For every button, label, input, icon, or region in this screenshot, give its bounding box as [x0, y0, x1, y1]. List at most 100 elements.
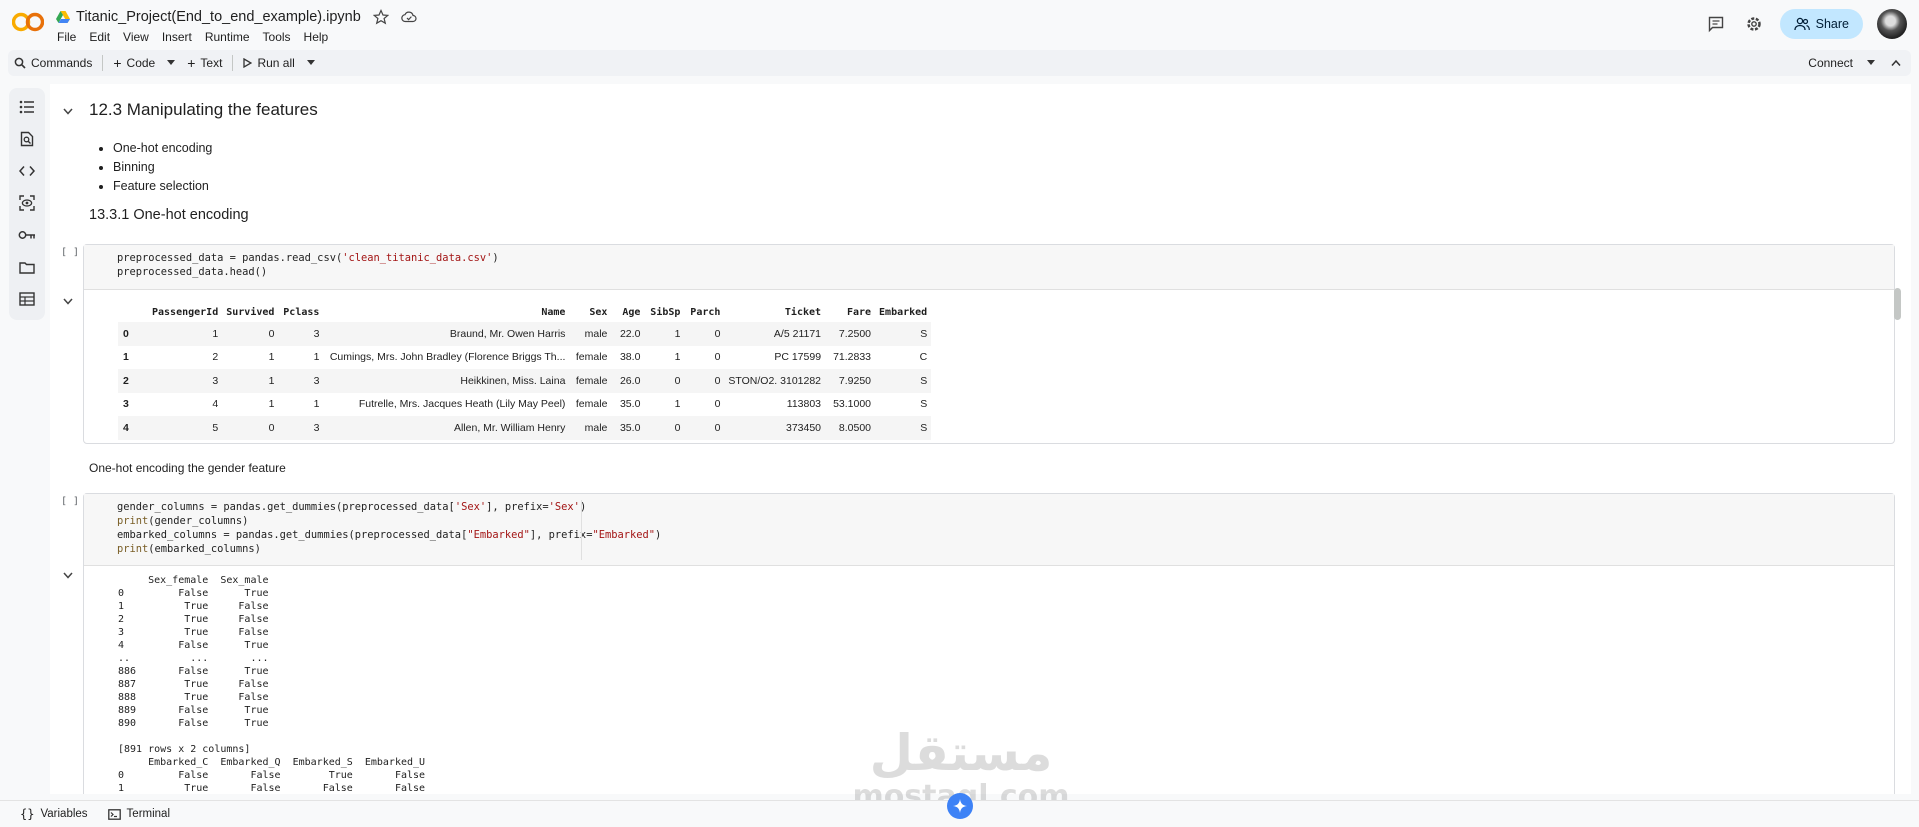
column-header: SibSp: [650, 307, 681, 318]
find-icon[interactable]: [18, 130, 36, 148]
variables-button[interactable]: {} Variables: [0, 807, 88, 821]
add-code-dropdown[interactable]: [161, 52, 181, 74]
table-cell: 35.0: [619, 398, 641, 411]
table-row: 0 1 0 3 Braund, Mr. Owen Harris male 22.0 1 0 A/5…: [118, 322, 932, 346]
add-code-button[interactable]: + Code: [107, 52, 161, 74]
table-cell: male: [584, 421, 608, 434]
table-row: 1 2 1 1 Cumings, Mrs. John Bradley (Florence…: [118, 346, 931, 370]
table-cell: 1: [313, 351, 320, 364]
code-editor[interactable]: gender_columns = pandas.get_dummies(prep…: [84, 494, 1894, 566]
menu-view[interactable]: View: [123, 30, 149, 44]
section-collapse-chevron-icon[interactable]: [61, 104, 75, 118]
code-cell: preprocessed_data = pandas.read_csv('cle…: [83, 244, 1895, 444]
variables-label: Variables: [40, 808, 88, 820]
code-line: print(embarked_columns): [117, 543, 261, 555]
table-cell: 26.0: [619, 374, 641, 387]
terminal-button[interactable]: Terminal: [88, 808, 170, 820]
table-cell: 1: [674, 327, 681, 340]
column-header: Pclass: [283, 307, 320, 318]
table-cell: 373450: [785, 421, 822, 434]
notebook-title[interactable]: Titanic_Project(End_to_end_example).ipyn…: [76, 9, 361, 25]
markdown-text: One-hot encoding the gender feature: [89, 461, 286, 475]
menu-tools[interactable]: Tools: [263, 30, 291, 44]
table-cell: 5: [212, 421, 219, 434]
toc-icon[interactable]: [18, 98, 36, 116]
table-cell: 1: [674, 398, 681, 411]
search-icon: [14, 57, 26, 69]
subsection-heading: 13.3.1 One-hot encoding: [89, 207, 249, 223]
table-cell: 7.9250: [838, 374, 872, 387]
code-snippets-icon[interactable]: [18, 162, 36, 180]
table-cell: 35.0: [619, 421, 641, 434]
menu-edit[interactable]: Edit: [89, 30, 110, 44]
code-line: print(gender_columns): [117, 515, 249, 527]
table-cell: 113803: [786, 398, 822, 411]
output-collapse-chevron-icon[interactable]: [61, 294, 75, 308]
column-header: [118, 303, 148, 322]
table-cell: 0: [268, 421, 275, 434]
run-all-button[interactable]: Run all: [237, 52, 300, 74]
cell-run-bracket[interactable]: [ ]: [61, 247, 79, 258]
output-collapse-chevron-icon[interactable]: [61, 568, 75, 582]
menu-runtime[interactable]: Runtime: [205, 30, 250, 44]
menu-file[interactable]: File: [57, 30, 76, 44]
colab-logo-icon[interactable]: [12, 10, 44, 34]
data-table-icon[interactable]: [18, 290, 36, 308]
left-sidebar: [9, 88, 45, 320]
star-icon[interactable]: [372, 9, 389, 25]
code-label: Code: [126, 56, 156, 70]
table-cell: 2: [212, 351, 219, 364]
column-header: Survived: [226, 307, 275, 318]
menu-help[interactable]: Help: [304, 30, 329, 44]
commands-button[interactable]: Commands: [8, 52, 98, 74]
sparkle-icon: [953, 799, 967, 813]
files-folder-icon[interactable]: [18, 258, 36, 276]
terminal-icon: [107, 808, 121, 820]
top-bar: Titanic_Project(End_to_end_example).ipyn…: [0, 0, 1919, 48]
variables-inspector-icon[interactable]: [18, 194, 36, 212]
code-editor[interactable]: preprocessed_data = pandas.read_csv('cle…: [84, 245, 1894, 290]
toolbar-divider: [102, 55, 104, 71]
share-label: Share: [1815, 17, 1849, 31]
run-all-dropdown[interactable]: [301, 52, 321, 74]
connect-button[interactable]: Connect: [1808, 56, 1853, 70]
table-cell: 1: [268, 351, 275, 364]
user-avatar[interactable]: [1877, 9, 1907, 39]
vertical-scrollbar[interactable]: [1894, 288, 1901, 320]
add-text-button[interactable]: + Text: [181, 52, 228, 74]
table-cell: Allen, Mr. William Henry: [453, 421, 566, 434]
table-cell: 0: [268, 327, 275, 340]
code-line: gender_columns = pandas.get_dummies(prep…: [117, 501, 587, 513]
line-length-ruler: [581, 500, 582, 560]
play-icon: [243, 58, 253, 68]
table-cell: C: [919, 351, 928, 364]
table-header-row: PassengerId Survived Pclass Name Sex Age SibSp…: [118, 303, 931, 322]
comments-icon[interactable]: [1704, 12, 1728, 36]
cloud-saved-icon[interactable]: [401, 9, 417, 25]
code-line: preprocessed_data.head(): [117, 266, 268, 278]
people-icon: [1793, 17, 1810, 31]
run-all-label: Run all: [257, 56, 295, 70]
menu-insert[interactable]: Insert: [162, 30, 192, 44]
gemini-sparkle-button[interactable]: [947, 793, 973, 819]
svg-text:مستقل: مستقل: [870, 724, 1053, 782]
commands-label: Commands: [31, 56, 93, 70]
table-cell: S: [920, 327, 928, 340]
terminal-label: Terminal: [126, 808, 171, 820]
table-cell: 1: [674, 351, 681, 364]
table-cell: S: [920, 398, 928, 411]
table-cell: female: [575, 351, 608, 364]
row-index: 2: [123, 374, 129, 387]
table-row: 4 5 0 3 Allen, Mr. William Henry male 35.0 0 0 37…: [118, 416, 932, 440]
settings-gear-icon[interactable]: [1742, 12, 1766, 36]
code-line: preprocessed_data = pandas.read_csv('cle…: [117, 252, 499, 264]
table-cell: female: [575, 398, 608, 411]
collapse-header-icon[interactable]: [1891, 59, 1901, 67]
cell-run-bracket[interactable]: [ ]: [61, 496, 79, 507]
secrets-key-icon[interactable]: [18, 226, 36, 244]
share-button[interactable]: Share: [1779, 9, 1863, 39]
connect-dropdown-icon[interactable]: [1867, 60, 1875, 66]
plus-icon: +: [113, 55, 122, 71]
notebook-main: 12.3 Manipulating the features One-hot e…: [50, 84, 1911, 794]
table-cell: A/5 21171: [773, 327, 822, 340]
